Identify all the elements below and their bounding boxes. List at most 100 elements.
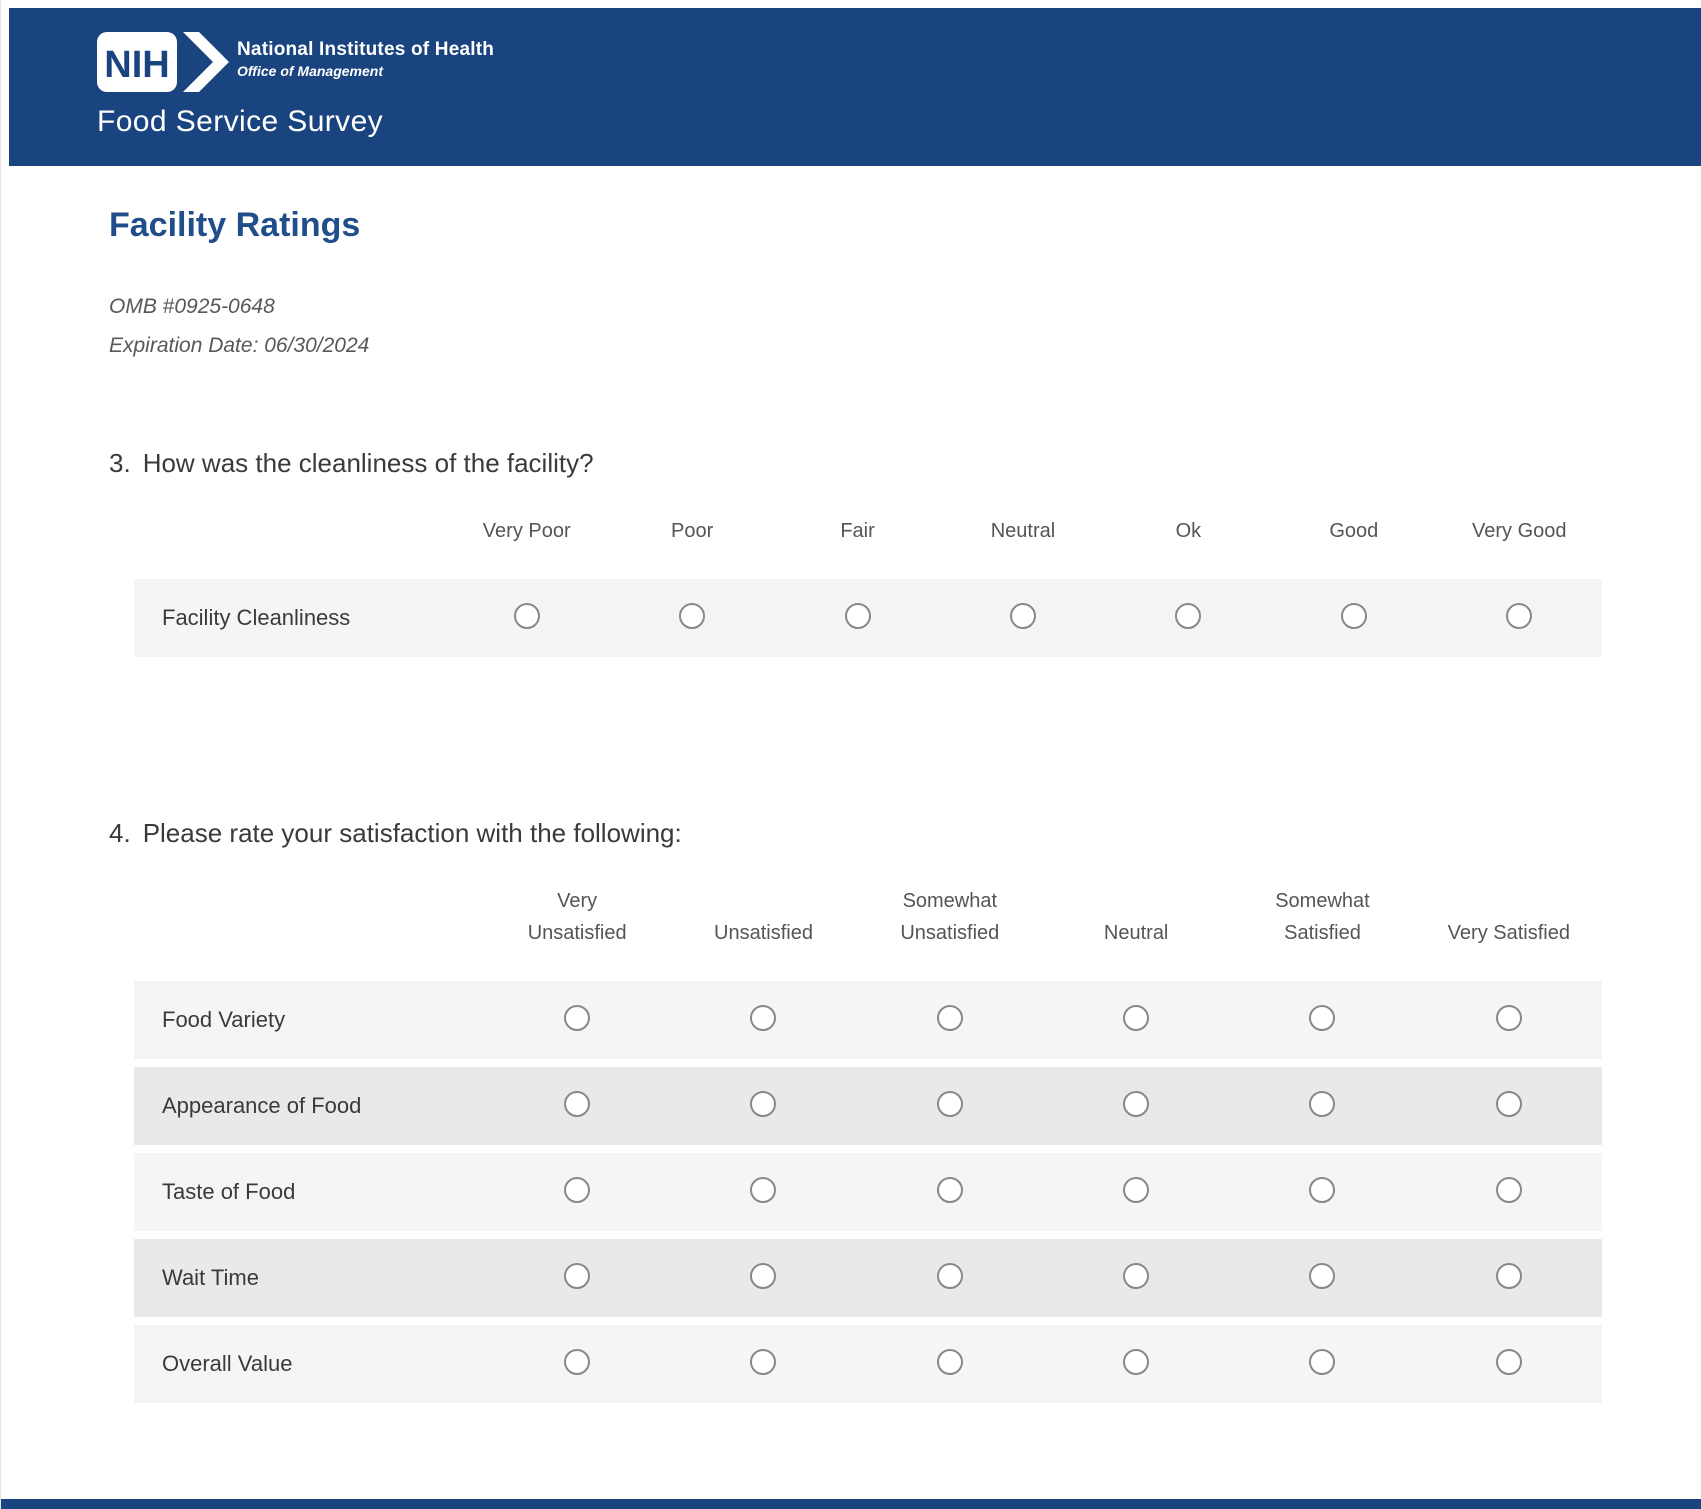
radio-facility-cleanliness-poor[interactable] [679, 602, 706, 629]
radio-overall-value-unsatisfied[interactable] [750, 1348, 777, 1375]
radio-food-variety-somewhat-satisfied[interactable] [1309, 1004, 1336, 1031]
rating-matrix: Very Unsatisfied Unsatisfied Somewhat Unsa… [134, 877, 1602, 1411]
radio-taste-of-food-unsatisfied[interactable] [750, 1176, 777, 1203]
question-3-text: How was the cleanliness of the facility? [142, 448, 594, 479]
radio-cell [484, 1239, 670, 1317]
radio-overall-value-somewhat-satisfied[interactable] [1309, 1348, 1336, 1375]
radio-taste-of-food-somewhat-satisfied[interactable] [1309, 1176, 1336, 1203]
radio-facility-cleanliness-good[interactable] [1340, 602, 1367, 629]
question-3: 3. How was the cleanliness of the facili… [109, 447, 1602, 665]
radio-cell [670, 1239, 856, 1317]
question-4: 4. Please rate your satisfaction with th… [109, 817, 1602, 1411]
radio-facility-cleanliness-very-good[interactable] [1506, 602, 1533, 629]
column-header-good: Good [1329, 520, 1379, 543]
column-header-very-satisfied: Very Satisfied [1447, 922, 1570, 945]
radio-facility-cleanliness-fair[interactable] [844, 602, 871, 629]
row-label-wait-time: Wait Time [162, 1265, 259, 1291]
radio-taste-of-food-neutral[interactable] [1123, 1176, 1150, 1203]
radio-cell [1043, 1153, 1229, 1231]
radio-cell [1229, 1067, 1415, 1145]
radio-taste-of-food-very-satisfied[interactable] [1495, 1176, 1522, 1203]
column-header-somewhat-unsatisfied: Somewhat Unsatisfied [900, 890, 1000, 945]
question-3-title: 3. How was the cleanliness of the facili… [109, 447, 1601, 481]
radio-cell [609, 579, 774, 657]
brand-text: National Institutes of Health Office of … [237, 32, 494, 80]
radio-cell [1106, 579, 1271, 657]
radio-wait-time-very-unsatisfied[interactable] [564, 1262, 591, 1289]
radio-cell [484, 981, 670, 1059]
radio-overall-value-neutral[interactable] [1123, 1348, 1150, 1375]
radio-food-variety-very-unsatisfied[interactable] [564, 1004, 591, 1031]
question-4-text: Please rate your satisfaction with the f… [142, 818, 682, 849]
row-label-taste-of-food: Taste of Food [162, 1179, 296, 1205]
radio-wait-time-neutral[interactable] [1123, 1262, 1150, 1289]
row-label-food-variety: Food Variety [162, 1007, 286, 1033]
radio-food-variety-neutral[interactable] [1123, 1004, 1150, 1031]
radio-cell [1043, 1239, 1229, 1317]
radio-overall-value-very-satisfied[interactable] [1495, 1348, 1522, 1375]
brand-row: NIH National Institutes of Health Office… [9, 8, 1701, 92]
survey-title: Food Service Survey [97, 105, 384, 138]
column-header-fair: Fair [840, 520, 875, 543]
radio-cell [484, 1067, 670, 1145]
omb-block: OMB #0925-0648 Expiration Date: 06/30/20… [109, 288, 1601, 366]
radio-appearance-of-food-somewhat-satisfied[interactable] [1309, 1090, 1336, 1117]
radio-wait-time-very-satisfied[interactable] [1495, 1262, 1522, 1289]
matrix-row-wait-time: Wait Time [134, 1239, 1602, 1318]
radio-overall-value-somewhat-unsatisfied[interactable] [936, 1348, 963, 1375]
radio-food-variety-very-satisfied[interactable] [1495, 1004, 1522, 1031]
question-3-number: 3. [109, 448, 131, 479]
radio-facility-cleanliness-ok[interactable] [1175, 602, 1202, 629]
radio-cell [1229, 1153, 1415, 1231]
radio-cell [1271, 579, 1436, 657]
radio-appearance-of-food-very-satisfied[interactable] [1495, 1090, 1522, 1117]
radio-cell [670, 981, 856, 1059]
radio-cell [857, 1239, 1043, 1317]
matrix-row-food-variety: Food Variety [134, 981, 1602, 1060]
column-header-very-poor: Very Poor [482, 520, 571, 543]
radio-cell [1229, 981, 1415, 1059]
radio-cell [940, 579, 1105, 657]
radio-cell [670, 1325, 856, 1403]
radio-cell [1416, 1153, 1602, 1231]
matrix-row-taste-of-food: Taste of Food [134, 1153, 1602, 1232]
radio-appearance-of-food-very-unsatisfied[interactable] [564, 1090, 591, 1117]
org-subtitle: Office of Management [237, 62, 383, 79]
radio-cell [1416, 981, 1602, 1059]
radio-cell [1437, 579, 1602, 657]
radio-overall-value-very-unsatisfied[interactable] [564, 1348, 591, 1375]
radio-food-variety-unsatisfied[interactable] [750, 1004, 777, 1031]
form-page: Facility Ratings OMB #0925-0648 Expirati… [109, 205, 1602, 1411]
radio-cell [1043, 1067, 1229, 1145]
matrix-header-spacer [134, 885, 484, 973]
radio-cell [1416, 1239, 1602, 1317]
question-4-title: 4. Please rate your satisfaction with th… [109, 817, 1601, 851]
radio-wait-time-somewhat-satisfied[interactable] [1309, 1262, 1336, 1289]
radio-cell [1229, 1325, 1415, 1403]
radio-appearance-of-food-somewhat-unsatisfied[interactable] [936, 1090, 963, 1117]
radio-wait-time-unsatisfied[interactable] [750, 1262, 777, 1289]
radio-food-variety-somewhat-unsatisfied[interactable] [936, 1004, 963, 1031]
question-4-number: 4. [109, 818, 131, 849]
row-label-overall-value: Overall Value [162, 1351, 293, 1377]
radio-facility-cleanliness-very-poor[interactable] [513, 602, 540, 629]
radio-cell [857, 981, 1043, 1059]
row-label-facility-cleanliness: Facility Cleanliness [162, 605, 351, 631]
nih-logo-text: NIH [104, 44, 169, 86]
radio-wait-time-somewhat-unsatisfied[interactable] [936, 1262, 963, 1289]
radio-appearance-of-food-unsatisfied[interactable] [750, 1090, 777, 1117]
radio-appearance-of-food-neutral[interactable] [1123, 1090, 1150, 1117]
page-title: Facility Ratings [109, 206, 361, 244]
radio-facility-cleanliness-neutral[interactable] [1009, 602, 1036, 629]
column-header-very-unsatisfied: Very Unsatisfied [527, 890, 627, 945]
expiration-date: Expiration Date: 06/30/2024 [109, 333, 370, 357]
matrix-header-row: Very Unsatisfied Unsatisfied Somewhat Unsa… [134, 885, 1602, 973]
survey-header: NIH National Institutes of Health Office… [9, 8, 1701, 166]
matrix-row-overall-value: Overall Value [134, 1325, 1602, 1404]
radio-taste-of-food-somewhat-unsatisfied[interactable] [936, 1176, 963, 1203]
radio-cell [857, 1325, 1043, 1403]
radio-cell [857, 1153, 1043, 1231]
footer-bar [1, 1499, 1701, 1509]
radio-cell [670, 1153, 856, 1231]
radio-taste-of-food-very-unsatisfied[interactable] [564, 1176, 591, 1203]
